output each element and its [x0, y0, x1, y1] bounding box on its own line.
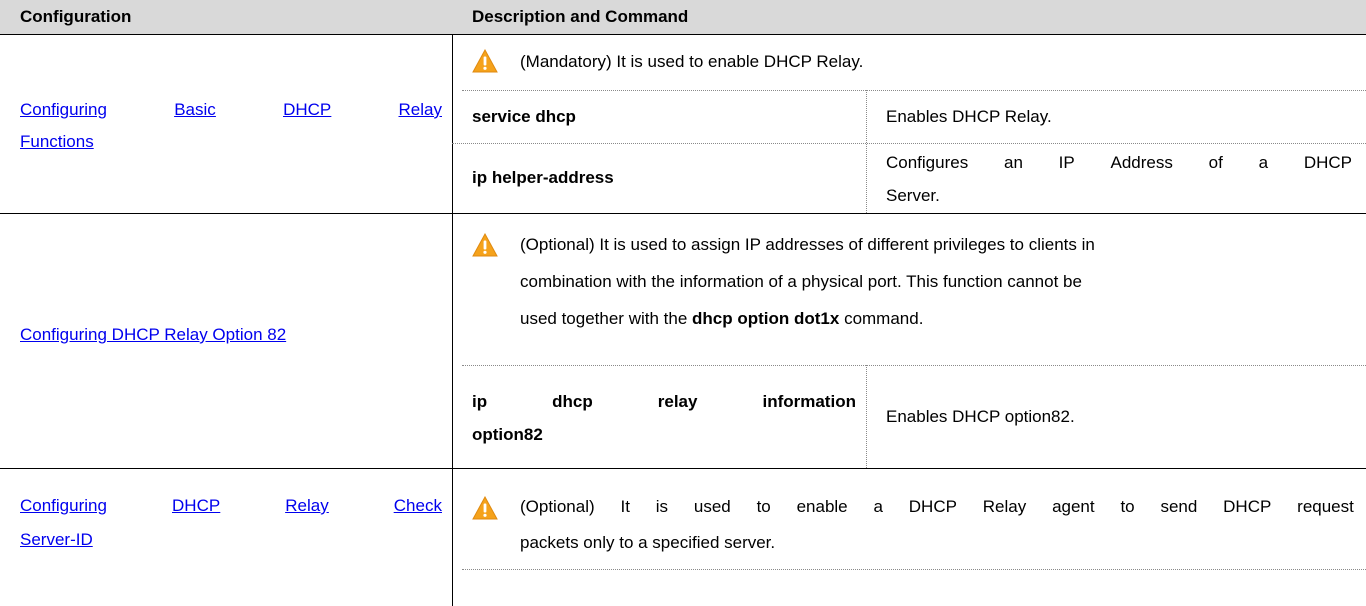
warning-triangle-icon — [472, 496, 498, 520]
link-word: DHCP — [172, 496, 221, 515]
header-description: Description and Command — [452, 0, 1366, 34]
note-word: to — [1120, 497, 1135, 516]
note-word: It — [620, 497, 630, 516]
row1-bottom-border — [0, 213, 1366, 214]
note-line3: used together with the dhcp option dot1x… — [520, 300, 1354, 337]
note-word: a — [873, 497, 883, 516]
row3-note-separator — [462, 569, 1366, 570]
desc-service-dhcp: Enables DHCP Relay. — [886, 107, 1052, 126]
link-word: Configuring — [20, 496, 107, 515]
note-text: command. — [839, 309, 924, 328]
note-line2: combination with the information of a ph… — [520, 272, 1082, 291]
note-line1: (Optional) It is used to assign IP addre… — [520, 226, 1354, 263]
row1-cmd-separator — [452, 143, 1366, 144]
note-word: to — [756, 497, 771, 516]
row2-bottom-border — [0, 468, 1366, 469]
desc-line1: Configures an IP Address of a DHCP — [886, 146, 1352, 179]
link-word: Relay — [285, 496, 329, 515]
row1-cmd-divider — [866, 90, 867, 213]
desc-ip-helper-address: Configures an IP Address of a DHCP Serve… — [886, 146, 1352, 212]
desc-word: an — [1003, 153, 1023, 172]
link-word: Check — [393, 496, 442, 515]
link-word: Relay — [398, 100, 442, 119]
desc-word: IP — [1058, 153, 1075, 172]
cmd-ip-helper-address: ip helper-address — [472, 168, 614, 187]
link-line1: Configuring DHCP Relay Check — [20, 489, 442, 523]
link-word: DHCP — [283, 100, 332, 119]
cmd-ip-dhcp-relay-information-option82: ip dhcp relay information option82 — [472, 385, 856, 451]
note-text: used together with the — [520, 309, 693, 328]
note-word: (Optional) — [520, 497, 595, 516]
link-configuring-basic-dhcp-relay-functions[interactable]: Configuring Basic DHCP Relay Functions — [20, 94, 442, 158]
row3-note-text: (Optional) It is used to enable a DHCP R… — [520, 489, 1354, 561]
row2-note-text: (Optional) It is used to assign IP addre… — [520, 226, 1354, 337]
note-word: request — [1297, 497, 1354, 516]
note-line2: packets only to a specified server. — [520, 533, 776, 552]
row2-note: (Optional) It is used to assign IP addre… — [472, 226, 1352, 346]
cmd-line1: ip dhcp relay information — [472, 385, 856, 418]
link-configuring-dhcp-relay-option-82[interactable]: Configuring DHCP Relay Option 82 — [20, 319, 442, 351]
cmd-service-dhcp: service dhcp — [472, 107, 576, 126]
desc-word: DHCP — [1303, 153, 1352, 172]
warning-triangle-icon — [472, 233, 498, 257]
note-line1-text: (Optional) It is used to assign IP addre… — [520, 235, 1095, 254]
note-word: Relay — [982, 497, 1027, 516]
note-word: send — [1160, 497, 1198, 516]
column-divider — [452, 34, 453, 606]
cmd-word: information — [762, 392, 856, 411]
note-word: is — [655, 497, 669, 516]
note-word: used — [693, 497, 731, 516]
note-word: agent — [1052, 497, 1095, 516]
config-table: Configuration Description and Command Co… — [0, 0, 1366, 606]
note-word: DHCP — [908, 497, 957, 516]
link-word: Basic — [174, 100, 216, 119]
note-word: enable — [796, 497, 848, 516]
header-configuration: Configuration — [0, 0, 452, 34]
note-command: dhcp option dot1x — [692, 309, 840, 328]
cmd-word: ip — [472, 392, 488, 411]
link-line2: Server-ID — [20, 530, 93, 549]
link-line2: Functions — [20, 132, 94, 151]
desc-word: Configures — [886, 153, 969, 172]
link-line1: Configuring Basic DHCP Relay — [20, 94, 442, 126]
row2-cmd-divider — [866, 365, 867, 468]
desc-word: Address — [1110, 153, 1173, 172]
cmd-line2: option82 — [472, 425, 543, 444]
header-bottom-border — [0, 34, 1366, 35]
row1-note: (Mandatory) It is used to enable DHCP Re… — [472, 46, 1352, 78]
row1-note-text: (Mandatory) It is used to enable DHCP Re… — [520, 52, 864, 71]
link-configuring-dhcp-relay-check-server-id[interactable]: Configuring DHCP Relay Check Server-ID — [20, 489, 442, 557]
desc-word: of — [1208, 153, 1223, 172]
note-word: DHCP — [1223, 497, 1272, 516]
desc-line2: Server. — [886, 186, 940, 205]
desc-option82: Enables DHCP option82. — [886, 407, 1075, 426]
row2-note-separator — [462, 365, 1366, 366]
note-line1: (Optional) It is used to enable a DHCP R… — [520, 489, 1354, 525]
row1-note-separator — [462, 90, 1366, 91]
cmd-word: relay — [657, 392, 698, 411]
cmd-word: dhcp — [552, 392, 593, 411]
link-word: Configuring — [20, 100, 107, 119]
row3-note: (Optional) It is used to enable a DHCP R… — [472, 489, 1354, 565]
desc-word: a — [1258, 153, 1269, 172]
warning-triangle-icon — [472, 49, 498, 73]
